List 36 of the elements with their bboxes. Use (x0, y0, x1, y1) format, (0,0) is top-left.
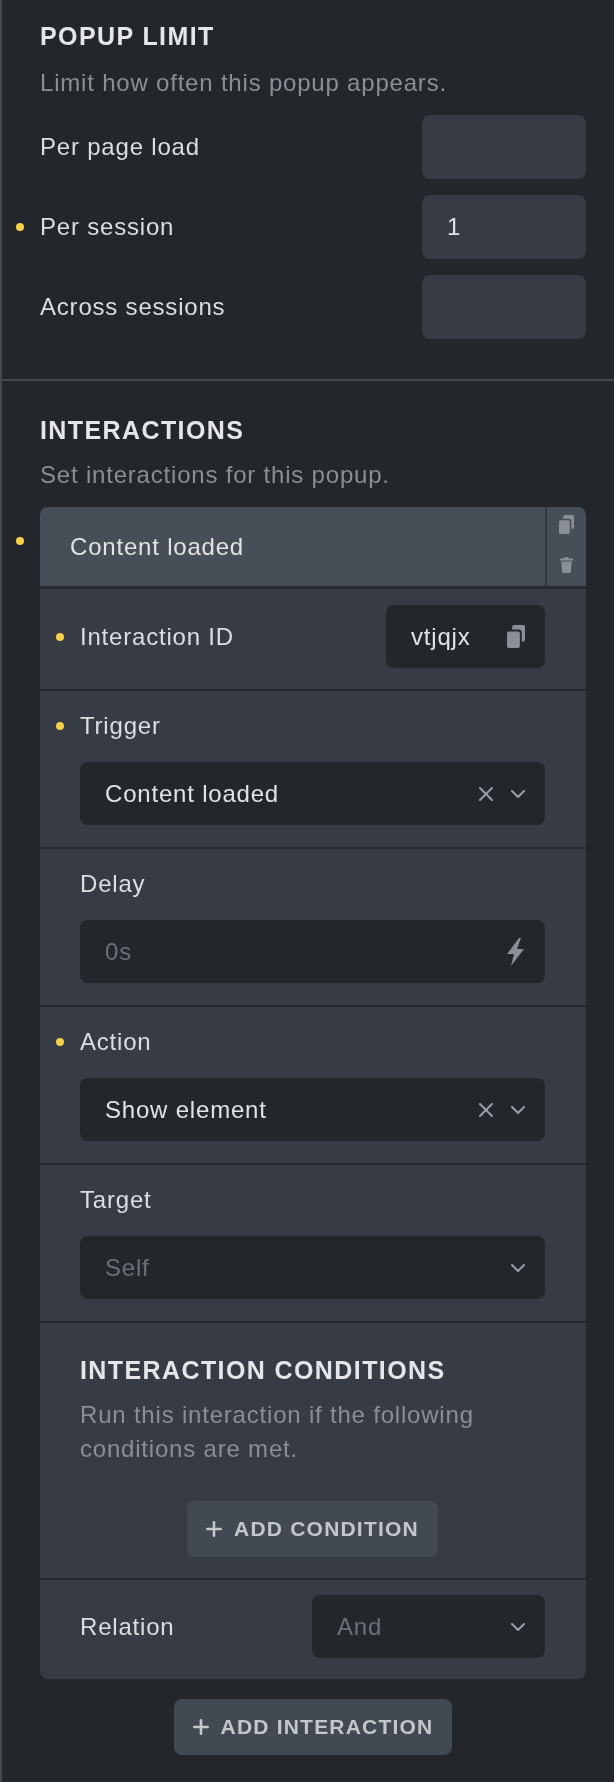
clear-icon[interactable] (479, 786, 493, 801)
plus-icon (206, 1521, 223, 1537)
copy-icon[interactable] (559, 515, 574, 534)
input-field[interactable] (422, 275, 586, 339)
plus-icon (192, 1719, 209, 1735)
trash-icon[interactable] (560, 557, 573, 573)
field-label: Action (80, 1027, 152, 1057)
field-label: Interaction ID (80, 621, 234, 652)
field-label: Per page load (40, 132, 200, 162)
select-field[interactable]: Content loaded (80, 762, 545, 825)
clear-icon[interactable] (479, 1102, 493, 1117)
input-field[interactable]: 1 (422, 195, 586, 259)
chevron-down-icon[interactable] (511, 789, 525, 798)
id-field[interactable]: vtjqjx (386, 605, 545, 668)
chevron-down-icon[interactable] (511, 1105, 525, 1114)
input-field[interactable] (422, 115, 586, 179)
add-interaction-button[interactable]: ADD INTERACTION (173, 1699, 453, 1755)
field-label: Trigger (80, 711, 161, 741)
field-label: Across sessions (40, 292, 226, 322)
bolt-icon[interactable] (505, 937, 525, 966)
section-description: Run this interaction if the following conditions are met. (80, 1400, 475, 1464)
field-label: Delay (80, 869, 146, 899)
section-title: POPUP LIMIT (40, 21, 216, 51)
interaction-title: Content loaded (70, 532, 244, 561)
add-condition-button[interactable]: ADD CONDITION (187, 1501, 438, 1557)
section-title: INTERACTION CONDITIONS (80, 1355, 447, 1385)
chevron-down-icon[interactable] (511, 1263, 525, 1272)
copy-icon[interactable] (507, 625, 525, 648)
field-label: Target (80, 1185, 152, 1215)
section-description: Limit how often this popup appears. (40, 68, 448, 98)
section-title: INTERACTIONS (40, 415, 246, 445)
field-label: Per session (40, 212, 175, 242)
chevron-down-icon[interactable] (511, 1622, 525, 1631)
field-label: Relation (80, 1611, 175, 1642)
select-field[interactable]: Show element (80, 1078, 545, 1141)
section-description: Set interactions for this popup. (40, 460, 391, 490)
